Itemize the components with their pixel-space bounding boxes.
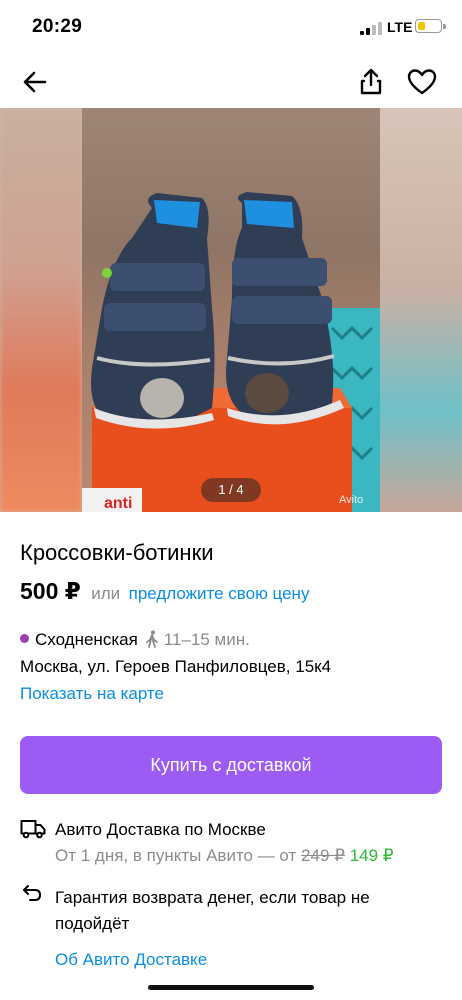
top-nav xyxy=(0,56,462,108)
listing-price: 500 ₽ xyxy=(20,578,81,604)
gallery-blur-left xyxy=(0,108,82,512)
delivery-old-price: 249 ₽ xyxy=(301,846,345,865)
buy-with-delivery-button[interactable]: Купить с доставкой xyxy=(20,736,442,794)
offer-price-link[interactable]: предложите свою цену xyxy=(129,584,310,603)
status-time: 20:29 xyxy=(32,16,83,37)
home-indicator xyxy=(148,985,314,990)
price-row: 500 ₽ или предложите свою цену xyxy=(20,578,309,608)
truck-icon xyxy=(20,819,46,839)
metro-line-dot xyxy=(20,634,29,643)
gallery-counter: 1 / 4 xyxy=(201,478,261,502)
walking-icon xyxy=(144,630,160,648)
about-delivery-link[interactable]: Об Авито Доставке xyxy=(55,950,207,970)
delivery-subtitle: От 1 дня, в пункты Авито — от 249 ₽ 149 … xyxy=(55,846,394,866)
walk-time: 11–15 мин. xyxy=(163,630,250,649)
price-or-label: или xyxy=(91,584,121,603)
battery-icon xyxy=(415,19,446,33)
delivery-new-price: 149 ₽ xyxy=(349,846,394,865)
product-photo[interactable]: anti xyxy=(82,108,380,512)
svg-text:anti: anti xyxy=(104,495,132,512)
listing-title: Кроссовки-ботинки xyxy=(20,540,214,565)
heart-icon[interactable] xyxy=(406,66,438,98)
photo-gallery[interactable]: anti 1 / 4 Avito xyxy=(0,108,462,512)
delivery-subtitle-text: От 1 дня, в пункты Авито — от xyxy=(55,846,297,865)
show-on-map-link[interactable]: Показать на карте xyxy=(20,684,164,704)
avito-watermark: Avito xyxy=(339,494,364,506)
metro-station: Сходненская xyxy=(35,630,138,649)
guarantee-text: Гарантия возврата денег, если товар не п… xyxy=(55,888,370,933)
delivery-title: Авито Доставка по Москве xyxy=(55,820,266,839)
network-label: LTE xyxy=(387,19,413,35)
status-bar: 20:29 LTE xyxy=(0,0,462,56)
gallery-blur-right xyxy=(380,108,462,512)
arrow-left-icon[interactable] xyxy=(19,66,51,98)
listing-address: Москва, ул. Героев Панфиловцев, 15к4 xyxy=(20,657,332,676)
return-arrow-icon xyxy=(22,884,42,902)
share-icon[interactable] xyxy=(355,66,387,98)
signal-icon xyxy=(360,22,382,35)
metro-row: Сходненская 11–15 мин. xyxy=(20,630,250,652)
